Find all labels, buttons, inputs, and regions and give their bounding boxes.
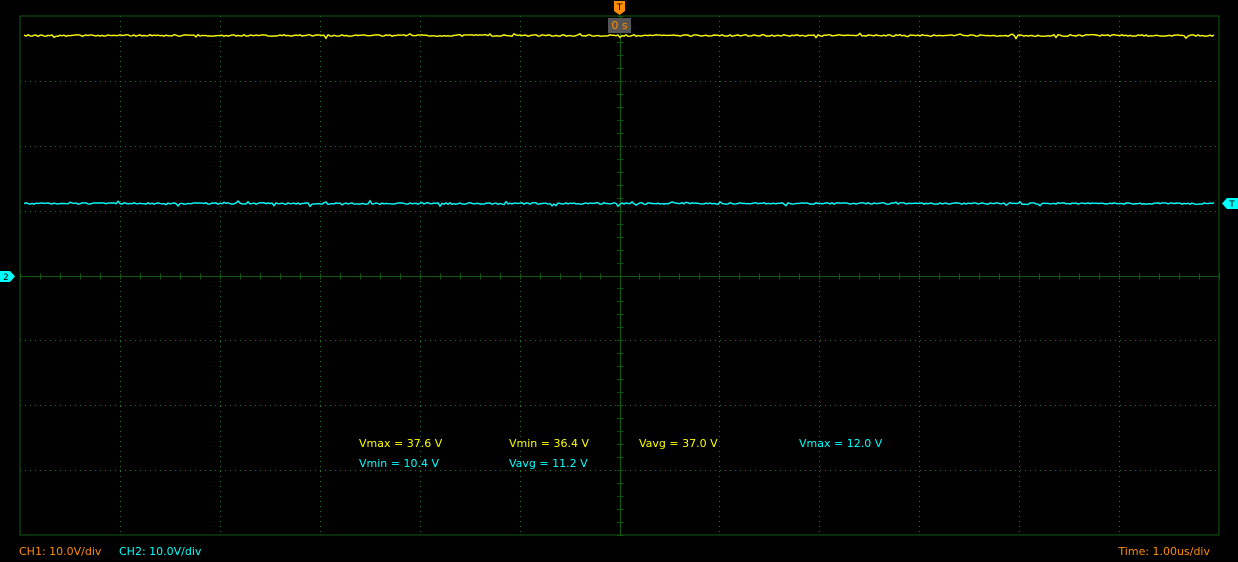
- trigger-marker-letter: T: [616, 3, 623, 13]
- meas-ch1-vmax: Vmax = 37.6 V: [359, 437, 443, 450]
- ch2-scale-label[interactable]: CH2: 10.0V/div: [119, 545, 201, 558]
- ch1-scale-label[interactable]: CH1: 10.0V/div: [19, 545, 101, 558]
- svg-text:0 s: 0 s: [611, 19, 627, 32]
- trigger-time-label: 0 s: [608, 18, 631, 33]
- oscilloscope-screen: T 0 s T 2: [0, 0, 1238, 562]
- trigger-level-letter: T: [1228, 200, 1235, 210]
- meas-ch2-vmin: Vmin = 10.4 V: [359, 457, 439, 470]
- meas-ch1-vmin: Vmin = 36.4 V: [509, 437, 589, 450]
- ch2-marker-number: 2: [3, 273, 9, 283]
- timebase-label[interactable]: Time: 1.00us/div: [1118, 545, 1210, 558]
- meas-ch2-vavg: Vavg = 11.2 V: [509, 457, 588, 470]
- meas-ch1-vavg: Vavg = 37.0 V: [639, 437, 718, 450]
- meas-ch2-vmax: Vmax = 12.0 V: [799, 437, 883, 450]
